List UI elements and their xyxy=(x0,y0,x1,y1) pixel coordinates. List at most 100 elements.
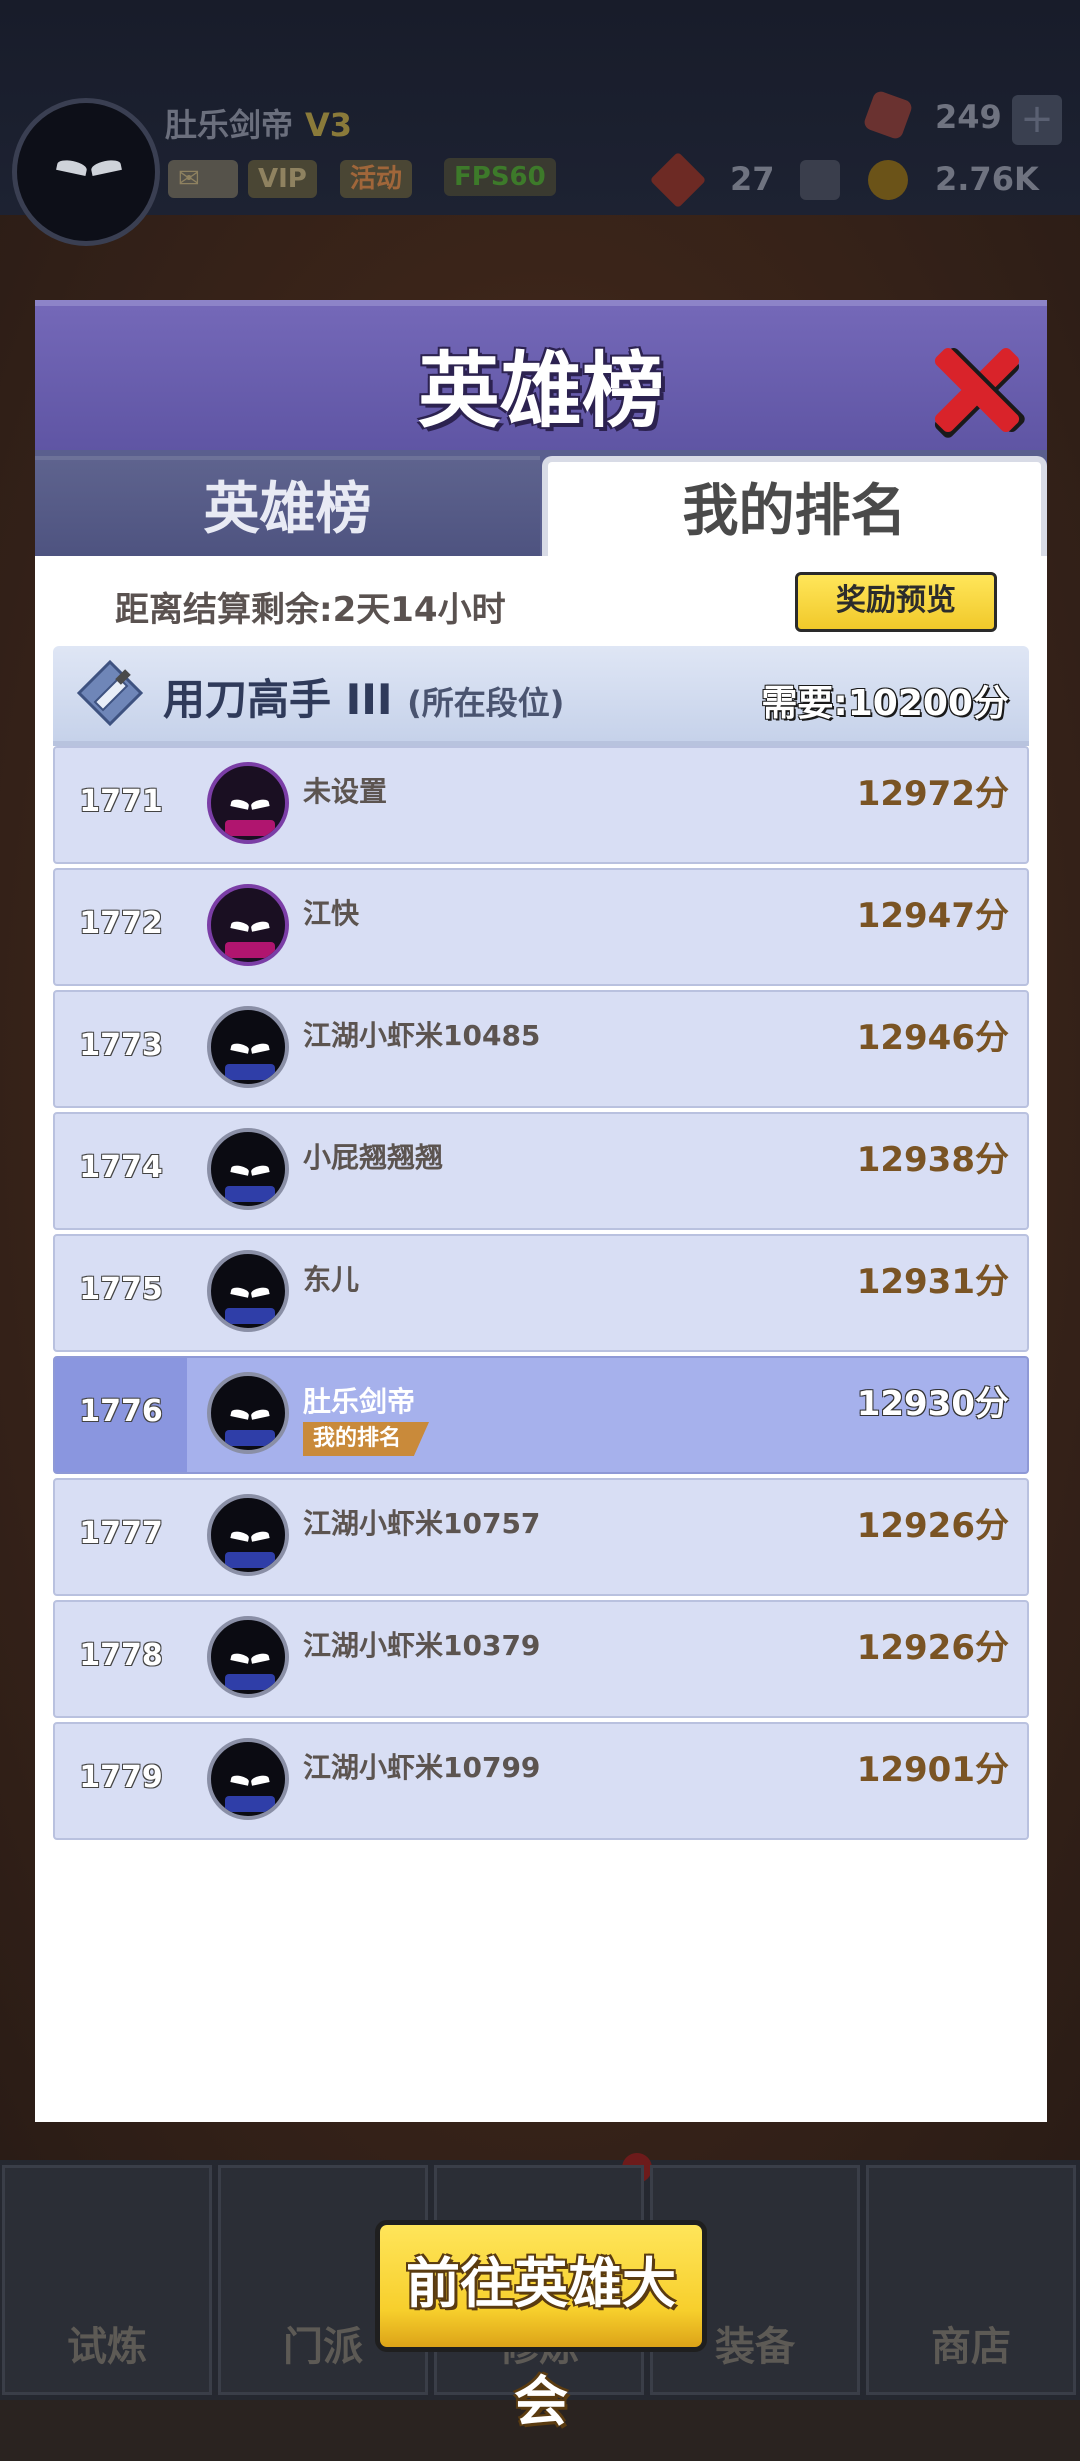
player-name: 小屁翘翘翘 xyxy=(303,1141,444,1174)
avatar-eye xyxy=(250,1530,270,1542)
sword-tier-icon xyxy=(76,659,144,727)
rank-number: 1777 xyxy=(79,1516,163,1551)
avatar[interactable] xyxy=(207,1616,289,1698)
mail-icon[interactable]: ✉ xyxy=(168,160,238,198)
player-name: 江湖小虾米10799 xyxy=(303,1751,541,1784)
my-rank-row[interactable]: 1776 肚乐剑帝 我的排名 12930分 xyxy=(53,1356,1029,1474)
player-score: 12946分 xyxy=(856,1018,1009,1058)
avatar-eye xyxy=(230,1408,250,1420)
player-score: 12901分 xyxy=(856,1750,1009,1790)
avatar-eye xyxy=(230,1286,250,1298)
avatar[interactable] xyxy=(207,1250,289,1332)
modal-header: 英雄榜 xyxy=(35,300,1047,450)
nav-trial[interactable]: 试炼 xyxy=(2,2165,212,2395)
avatar-eye xyxy=(250,1774,270,1786)
table-row[interactable]: 1775 东儿 12931分 xyxy=(53,1234,1029,1352)
avatar-eye xyxy=(230,1652,250,1664)
rank-number: 1775 xyxy=(79,1272,163,1307)
tab-hero-list[interactable]: 英雄榜 xyxy=(35,456,540,556)
player-score: 12972分 xyxy=(856,774,1009,814)
rank-number: 1779 xyxy=(79,1760,163,1795)
player-name: 江湖小虾米10757 xyxy=(303,1507,541,1540)
tier-name: 用刀高手 III (所在段位) xyxy=(163,666,564,727)
avatar-eye-right xyxy=(90,158,122,176)
table-row[interactable]: 1772 江快 12947分 xyxy=(53,868,1029,986)
player-name: 江快 xyxy=(303,897,360,930)
avatar-eye xyxy=(230,1530,250,1542)
modal-title: 英雄榜 xyxy=(417,344,664,439)
avatar-scarf xyxy=(225,1308,275,1324)
tab-bar: 英雄榜 我的排名 xyxy=(35,450,1047,556)
tier-name-text: 用刀高手 III xyxy=(163,675,393,724)
table-row[interactable]: 1774 小屁翘翘翘 12938分 xyxy=(53,1112,1029,1230)
player-name: 江湖小虾米10379 xyxy=(303,1629,541,1662)
table-row[interactable]: 1771 未设置 12972分 xyxy=(53,746,1029,864)
avatar-eye xyxy=(230,920,250,932)
avatar[interactable] xyxy=(207,1738,289,1820)
rank-number: 1774 xyxy=(79,1150,163,1185)
player-score: 12938分 xyxy=(856,1140,1009,1180)
avatar-eye xyxy=(230,1774,250,1786)
avatar[interactable] xyxy=(207,1494,289,1576)
tier-required-score: 需要:10200分 xyxy=(761,683,1009,724)
rank-number: 1778 xyxy=(79,1638,163,1673)
ticket-count: 27 xyxy=(730,160,775,198)
rank-number: 1772 xyxy=(79,906,163,941)
tier-header: 用刀高手 III (所在段位) 需要:10200分 xyxy=(53,646,1029,746)
table-row[interactable]: 1778 江湖小虾米10379 12926分 xyxy=(53,1600,1029,1718)
avatar[interactable] xyxy=(207,762,289,844)
player-name: 江湖小虾米10485 xyxy=(303,1019,541,1052)
nav-trial-label: 试炼 xyxy=(67,2324,147,2370)
avatar-eye-left xyxy=(56,158,88,176)
avatar-eye xyxy=(250,798,270,810)
player-score: 12947分 xyxy=(856,896,1009,936)
avatar[interactable] xyxy=(207,1128,289,1210)
rank-number: 1771 xyxy=(79,784,163,819)
ranking-list[interactable]: 1771 未设置 12972分 1772 江快 12947分 1773 江湖小虾米10485 1… xyxy=(53,746,1029,1870)
avatar-eye xyxy=(230,798,250,810)
player-score: 12926分 xyxy=(856,1506,1009,1546)
player-name: 肚乐剑帝 xyxy=(303,1385,416,1418)
avatar-eye xyxy=(230,1042,250,1054)
avatar-eye xyxy=(250,1042,270,1054)
tab-my-rank[interactable]: 我的排名 xyxy=(542,456,1047,556)
tier-sub-text: (所在段位) xyxy=(407,684,565,722)
player-score: 12931分 xyxy=(856,1262,1009,1302)
gold-count: 2.76K xyxy=(935,160,1039,198)
gold-icon xyxy=(868,160,908,200)
add-gems-button[interactable]: + xyxy=(1012,95,1062,145)
alert-icon[interactable] xyxy=(800,160,840,200)
player-avatar[interactable] xyxy=(12,98,160,246)
avatar[interactable] xyxy=(207,1372,289,1454)
avatar-eye xyxy=(250,1652,270,1664)
table-row[interactable]: 1779 江湖小虾米10799 12901分 xyxy=(53,1722,1029,1840)
avatar-scarf xyxy=(225,1430,275,1446)
avatar[interactable] xyxy=(207,884,289,966)
avatar-eye xyxy=(230,1164,250,1176)
reward-preview-button[interactable]: 奖励预览 xyxy=(795,572,997,632)
avatar-eye xyxy=(250,1164,270,1176)
close-icon[interactable] xyxy=(930,344,1022,436)
player-name-text: 肚乐剑帝 xyxy=(165,106,294,144)
table-row[interactable]: 1777 江湖小虾米10757 12926分 xyxy=(53,1478,1029,1596)
avatar-scarf xyxy=(225,1674,275,1690)
gem-count: 249 xyxy=(935,98,1002,136)
settlement-countdown: 距离结算剩余:2天14小时 xyxy=(115,590,506,630)
avatar[interactable] xyxy=(207,1006,289,1088)
activity-button[interactable]: 活动 xyxy=(340,160,413,198)
modal-body: 距离结算剩余:2天14小时 奖励预览 用刀高手 III (所在段位) 需要:10… xyxy=(35,556,1047,2433)
my-rank-tag: 我的排名 xyxy=(303,1422,430,1456)
table-row[interactable]: 1773 江湖小虾米10485 12946分 xyxy=(53,990,1029,1108)
avatar-scarf xyxy=(225,820,275,836)
nav-shop-label: 商店 xyxy=(931,2324,1011,2370)
avatar-scarf xyxy=(225,1552,275,1568)
goto-hero-conference-button[interactable]: 前往英雄大会 xyxy=(375,2220,707,2433)
rank-number: 1773 xyxy=(79,1028,163,1063)
avatar-scarf xyxy=(225,942,275,958)
player-score: 12926分 xyxy=(856,1628,1009,1668)
leaderboard-modal: 英雄榜 英雄榜 我的排名 距离结算剩余:2天14小时 奖励预览 用刀高手 III… xyxy=(35,300,1047,2433)
nav-shop[interactable]: 商店 xyxy=(866,2165,1076,2395)
vip-badge[interactable]: VIP xyxy=(248,160,317,198)
player-name: 肚乐剑帝 V3 xyxy=(165,100,352,146)
avatar-scarf xyxy=(225,1186,275,1202)
